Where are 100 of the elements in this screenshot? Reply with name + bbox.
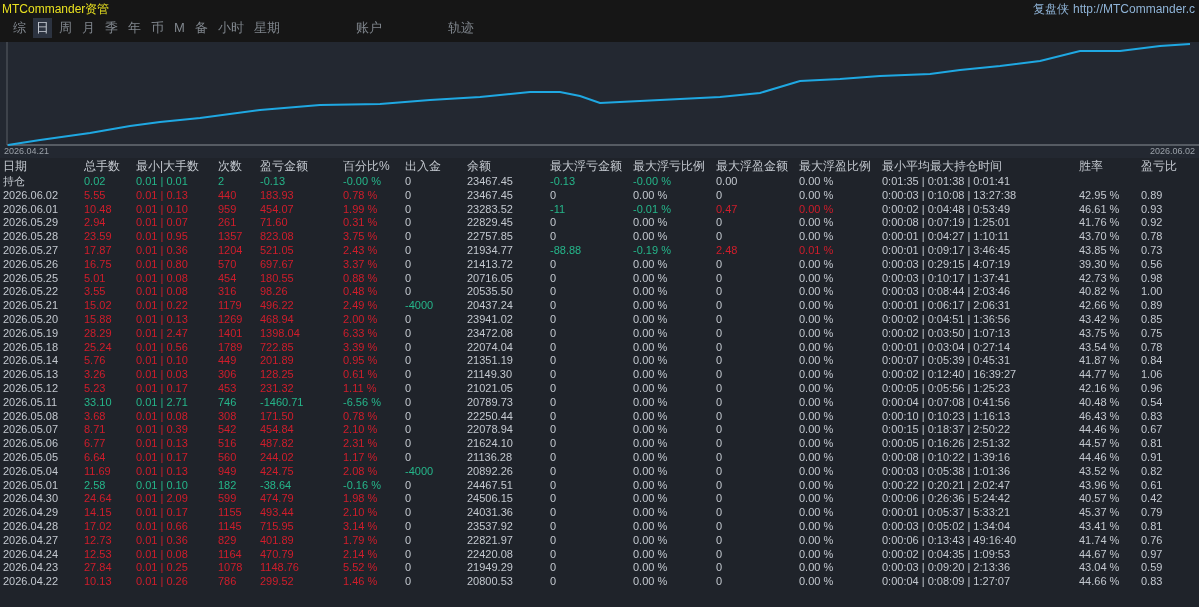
table-cell-text: 470.79 [259, 547, 295, 562]
table-cell-text: 2.08 % [342, 464, 379, 479]
table-cell-text: 0.98 [1140, 271, 1164, 286]
table-cell-text: 23.59 [83, 230, 113, 244]
table-cell-text: 41.74 % [1078, 533, 1121, 548]
table-cell-text: 23467.45 [466, 175, 514, 189]
table-cell-text: 1398.04 [259, 326, 301, 341]
table-cell-text: 0.01 | 0.80 [135, 257, 189, 272]
period-tab[interactable]: 币 [148, 18, 167, 38]
table-cell-text: 0 [404, 326, 413, 341]
table-cell-text: -0.13 [549, 175, 577, 189]
period-tab[interactable]: 小时 [214, 18, 247, 38]
period-tab[interactable]: 账户 [352, 18, 385, 38]
table-cell-text: 0.96 [1140, 381, 1164, 396]
table-cell-text: 0.00 % [632, 423, 669, 438]
table-cell-text: 0 [715, 368, 724, 382]
table-cell-text: 0.00 % [632, 271, 669, 286]
table-cell-text: -0.00 % [632, 175, 672, 189]
table-cell-text: 0 [404, 492, 413, 507]
table-cell-text: 0 [404, 244, 413, 258]
table-cell-text: 0 [715, 519, 724, 534]
table-cell-text: 0.78 [1140, 230, 1164, 244]
table-cell-text: 0.01 | 0.22 [135, 299, 189, 313]
column-header: 日期 [2, 158, 28, 175]
table-cell-text: 0.00 % [798, 575, 835, 589]
table-cell-text: 0 [715, 299, 724, 313]
column-header: 最大浮亏比例 [632, 158, 706, 175]
table-cell-text: 0:00:01 | 0:03:04 | 0:27:14 [881, 340, 1012, 355]
table-cell-text: 15.02 [83, 299, 113, 313]
table-cell-text: 0 [549, 409, 558, 424]
table-cell-text: 261 [217, 216, 238, 231]
table-cell-text: 0.83 [1140, 409, 1164, 424]
period-tab[interactable]: 综 [10, 18, 29, 38]
table-cell-text: 0.01 | 0.13 [135, 188, 189, 203]
date-cell-text: 2026.05.14 [2, 354, 60, 369]
table-cell-text: 0.00 % [632, 216, 669, 231]
table-cell-text: 521.05 [259, 244, 295, 258]
table-cell-text: 2.49 % [342, 299, 379, 313]
table-cell-text: 0:00:03 | 0:10:08 | 13:27:38 [881, 188, 1018, 203]
date-cell-text: 2026.05.04 [2, 464, 60, 479]
table-cell-text: 0.00 % [632, 478, 669, 493]
period-tab[interactable]: 周 [56, 18, 75, 38]
table-cell-text: 1179 [217, 299, 243, 313]
table-cell-text: -6.56 % [342, 395, 382, 410]
table-cell-text: 2.43 % [342, 244, 379, 258]
table-cell-text: 722.85 [259, 340, 295, 355]
table-cell-text: 0 [715, 423, 724, 438]
period-tab[interactable]: 季 [102, 18, 121, 38]
period-tab[interactable]: 年 [125, 18, 144, 38]
table-cell-text: 0.00 % [632, 188, 669, 203]
period-tab[interactable]: 轨迹 [444, 18, 477, 38]
table-cell-text: 0 [549, 519, 558, 534]
table-cell-text: 10.13 [83, 575, 113, 589]
table-cell-text: 43.52 % [1078, 464, 1121, 479]
table-cell-text: 0.00 % [798, 547, 835, 562]
table-cell-text: 0.00 % [798, 506, 835, 520]
table-cell-text: 0.00 % [632, 464, 669, 479]
table-cell-text: 1148.76 [259, 561, 300, 576]
table-cell-text: 0.00 % [798, 519, 835, 534]
table-cell-text: 0 [549, 271, 558, 286]
table-cell-text: 0.00 % [798, 478, 835, 493]
table-cell-text: 21149.30 [466, 368, 514, 382]
column-header: 次数 [217, 158, 243, 175]
website-link[interactable]: http://MTCommander.c [1072, 0, 1195, 18]
period-tab[interactable]: 星期 [250, 18, 283, 38]
table-cell-text: 0.76 [1140, 533, 1164, 548]
table-cell-text: 41.76 % [1078, 216, 1121, 231]
period-tab[interactable]: 月 [79, 18, 98, 38]
table-cell-text: 599 [217, 492, 238, 507]
table-cell-text: 2.00 % [342, 312, 379, 327]
table-cell-text: 0 [715, 271, 724, 286]
table-cell-text: 40.48 % [1078, 395, 1121, 410]
table-cell-text: 0 [549, 368, 558, 382]
table-cell-text: 0:00:01 | 0:09:17 | 3:46:45 [881, 244, 1012, 258]
table-cell-text: 0.00 % [632, 381, 669, 396]
table-cell-text: 25.24 [83, 340, 113, 355]
table-cell-text: 0.01 | 0.13 [135, 464, 189, 479]
table-cell-text: 0 [404, 285, 413, 300]
table-cell-text: 0.81 [1140, 437, 1164, 451]
table-cell-text: 0.01 | 0.01 [135, 175, 189, 189]
table-cell-text: 0.00 % [632, 299, 669, 313]
table-cell-text: 0 [404, 202, 413, 217]
period-tab[interactable]: 日 [33, 18, 52, 38]
table-cell-text: 21934.77 [466, 244, 514, 258]
date-cell-text: 2026.04.23 [2, 561, 60, 576]
table-cell-text: 5.52 % [342, 561, 379, 576]
table-cell-text: 0.00 % [632, 492, 669, 507]
table-cell-text: 0.01 | 0.95 [135, 230, 189, 244]
table-cell-text: 17.02 [83, 519, 113, 534]
table-cell-text: 0.01 | 2.71 [135, 395, 189, 410]
period-tab[interactable]: 备 [191, 18, 211, 38]
table-cell-text: 21351.19 [466, 354, 514, 369]
period-tab[interactable]: M [171, 18, 188, 38]
table-cell-text: 0 [715, 326, 724, 341]
table-cell-text: 0:00:22 | 0:20:21 | 2:02:47 [881, 478, 1012, 493]
table-cell-text: 0 [715, 547, 724, 562]
table-cell-text: 43.85 % [1078, 244, 1121, 258]
table-cell-text: 0.01 | 0.03 [135, 368, 189, 382]
table-cell-text: 0.78 [1140, 340, 1164, 355]
table-cell-text: 41.87 % [1078, 354, 1121, 369]
